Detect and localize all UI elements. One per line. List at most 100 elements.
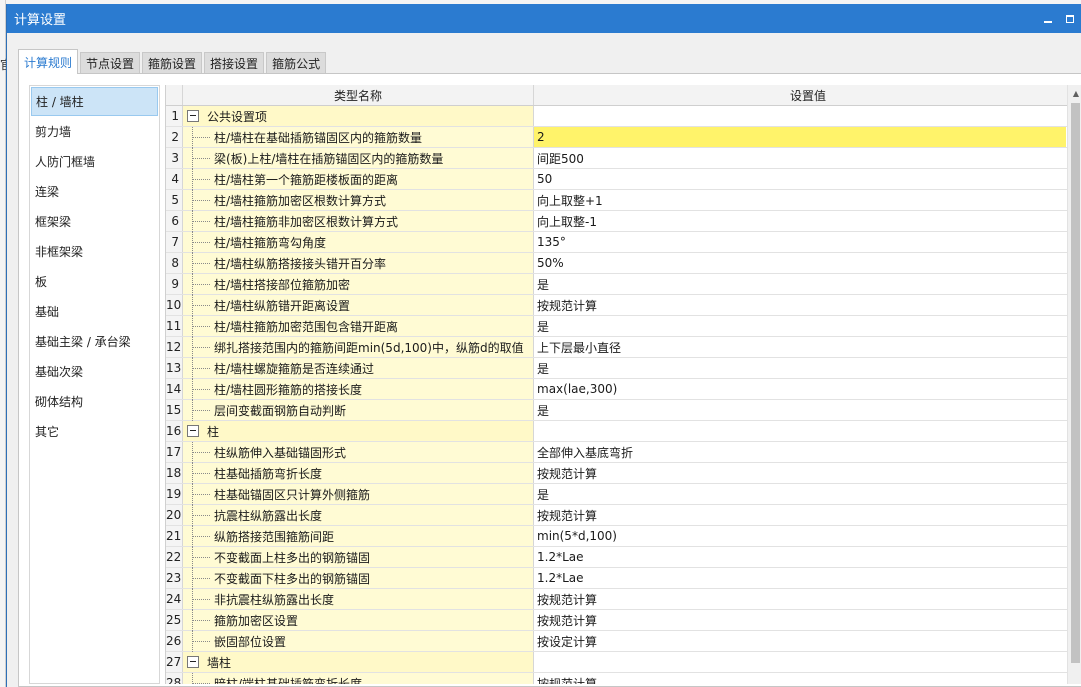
table-row[interactable]: 28 暗柱/端柱基础插筋弯折长度 按规范计算 bbox=[166, 673, 1081, 684]
sidebar-item[interactable]: 基础次梁 bbox=[30, 356, 159, 386]
table-row[interactable]: 15 层间变截面钢筋自动判断是 bbox=[166, 400, 1081, 421]
sidebar-item[interactable]: 其它 bbox=[30, 416, 159, 446]
group-row[interactable]: 16 柱 bbox=[166, 421, 1081, 442]
table-row[interactable]: 10 柱/墙柱纵筋错开距离设置 按规范计算 bbox=[166, 295, 1081, 316]
sidebar-item[interactable]: 剪力墙 bbox=[30, 116, 159, 146]
setting-name: 柱/墙柱螺旋箍筋是否连续通过 bbox=[214, 361, 375, 376]
sidebar-item[interactable]: 板 bbox=[30, 266, 159, 296]
vertical-scrollbar[interactable]: ▲ bbox=[1067, 85, 1081, 684]
title-bar[interactable]: 计算设置 bbox=[7, 4, 1081, 33]
collapse-icon[interactable] bbox=[187, 110, 199, 122]
sidebar-item[interactable]: 柱 / 墙柱 bbox=[31, 87, 158, 116]
sidebar-item[interactable]: 框架梁 bbox=[30, 206, 159, 236]
minimize-button[interactable] bbox=[1037, 4, 1059, 33]
table-row[interactable]: 4 柱/墙柱第一个箍筋距楼板面的距离 50 bbox=[166, 169, 1081, 190]
setting-value-cell[interactable]: 1.2*Lae bbox=[534, 547, 1066, 567]
setting-value-cell[interactable]: 135° bbox=[534, 232, 1066, 252]
sidebar-item[interactable]: 砌体结构 bbox=[30, 386, 159, 416]
setting-value-cell[interactable]: 向上取整-1 bbox=[534, 211, 1066, 231]
table-row[interactable]: 9 柱/墙柱搭接部位箍筋加密是 bbox=[166, 274, 1081, 295]
maximize-button[interactable] bbox=[1059, 4, 1081, 33]
table-row[interactable]: 20 抗震柱纵筋露出长度 按规范计算 bbox=[166, 505, 1081, 526]
row-number: 12 bbox=[166, 337, 183, 357]
setting-value-cell[interactable]: 按规范计算 bbox=[534, 505, 1066, 525]
tab-stirrup-formula[interactable]: 箍筋公式 bbox=[266, 52, 327, 74]
collapse-icon[interactable] bbox=[187, 656, 199, 668]
setting-value-cell[interactable]: 是 bbox=[534, 400, 1066, 420]
setting-value-cell[interactable]: 是 bbox=[534, 316, 1066, 336]
table-row[interactable]: 24 非抗震柱纵筋露出长度 按规范计算 bbox=[166, 589, 1081, 610]
tree-branch bbox=[192, 137, 210, 138]
row-number: 19 bbox=[166, 484, 183, 504]
setting-name-cell: 柱基础锚固区只计算外侧箍筋 bbox=[183, 484, 534, 505]
row-number: 28 bbox=[166, 673, 183, 684]
sidebar-item[interactable]: 非框架梁 bbox=[30, 236, 159, 266]
setting-value-cell[interactable]: 按规范计算 bbox=[534, 463, 1066, 483]
group-name-cell: 柱 bbox=[183, 421, 534, 441]
table-row[interactable]: 11 柱/墙柱箍筋加密范围包含错开距离 是 bbox=[166, 316, 1081, 337]
setting-value-cell[interactable]: 是 bbox=[534, 484, 1066, 504]
collapse-icon[interactable] bbox=[187, 425, 199, 437]
setting-value-cell[interactable]: 向上取整+1 bbox=[534, 190, 1066, 210]
setting-value-cell bbox=[534, 652, 1066, 672]
setting-value-cell[interactable]: 上下层最小直径 bbox=[534, 337, 1066, 357]
table-row[interactable]: 8 柱/墙柱纵筋搭接接头错开百分率 50% bbox=[166, 253, 1081, 274]
table-row[interactable]: 13 柱/墙柱螺旋箍筋是否连续通过 是 bbox=[166, 358, 1081, 379]
sidebar-item[interactable]: 人防门框墙 bbox=[30, 146, 159, 176]
scroll-thumb[interactable] bbox=[1071, 103, 1080, 663]
table-row[interactable]: 18 柱基础插筋弯折长度 按规范计算 bbox=[166, 463, 1081, 484]
table-row[interactable]: 3 梁(板)上柱/墙柱在插筋锚固区内的箍筋数量 间距500 bbox=[166, 148, 1081, 169]
table-row[interactable]: 6 柱/墙柱箍筋非加密区根数计算方式 向上取整-1 bbox=[166, 211, 1081, 232]
table-row[interactable]: 26 嵌固部位设置 按设定计算 bbox=[166, 631, 1081, 652]
setting-name-cell: 柱/墙柱螺旋箍筋是否连续通过 bbox=[183, 358, 534, 379]
setting-value-cell[interactable]: 按规范计算 bbox=[534, 610, 1066, 630]
table-row[interactable]: 21 纵筋搭接范围箍筋间距 min(5*d,100) bbox=[166, 526, 1081, 547]
setting-value-cell[interactable]: 2 bbox=[534, 127, 1066, 147]
setting-name: 柱/墙柱纵筋搭接接头错开百分率 bbox=[214, 256, 387, 271]
sidebar-item[interactable]: 基础 bbox=[30, 296, 159, 326]
setting-value-cell[interactable]: 间距500 bbox=[534, 148, 1066, 168]
setting-value-cell[interactable]: max(lae,300) bbox=[534, 379, 1066, 399]
table-row[interactable]: 22 不变截面上柱多出的钢筋锚固 1.2*Lae bbox=[166, 547, 1081, 568]
tab-lap-settings[interactable]: 搭接设置 bbox=[204, 52, 265, 74]
scroll-up-icon[interactable]: ▲ bbox=[1068, 85, 1081, 101]
setting-value-cell[interactable]: 50% bbox=[534, 253, 1066, 273]
sidebar-item[interactable]: 基础主梁 / 承台梁 bbox=[30, 326, 159, 356]
tree-branch bbox=[192, 347, 210, 348]
table-row[interactable]: 23 不变截面下柱多出的钢筋锚固 1.2*Lae bbox=[166, 568, 1081, 589]
table-row[interactable]: 5 柱/墙柱箍筋加密区根数计算方式 向上取整+1 bbox=[166, 190, 1081, 211]
setting-value-cell[interactable]: 按规范计算 bbox=[534, 673, 1066, 685]
group-row[interactable]: 1 公共设置项 bbox=[166, 106, 1081, 127]
setting-value-cell[interactable]: 按规范计算 bbox=[534, 295, 1066, 315]
tree-branch bbox=[192, 200, 210, 201]
table-row[interactable]: 25 箍筋加密区设置 按规范计算 bbox=[166, 610, 1081, 631]
group-row[interactable]: 27 墙柱 bbox=[166, 652, 1081, 673]
row-number: 3 bbox=[166, 148, 183, 168]
table-row[interactable]: 17 柱纵筋伸入基础锚固形式 全部伸入基底弯折 bbox=[166, 442, 1081, 463]
sidebar-item[interactable]: 连梁 bbox=[30, 176, 159, 206]
setting-value-cell[interactable]: 按设定计算 bbox=[534, 631, 1066, 651]
column-header-setting-value[interactable]: 设置值 bbox=[534, 85, 1081, 105]
setting-value-cell[interactable]: 是 bbox=[534, 358, 1066, 378]
row-number: 16 bbox=[166, 421, 183, 441]
column-header-type-name[interactable]: 类型名称 bbox=[183, 85, 534, 105]
setting-value-cell[interactable]: 全部伸入基底弯折 bbox=[534, 442, 1066, 462]
setting-value-cell[interactable]: 1.2*Lae bbox=[534, 568, 1066, 588]
group-label: 柱 bbox=[207, 424, 220, 439]
row-number: 18 bbox=[166, 463, 183, 483]
table-row[interactable]: 2 柱/墙柱在基础插筋锚固区内的箍筋数量 2 bbox=[166, 127, 1081, 148]
setting-value-cell[interactable]: min(5*d,100) bbox=[534, 526, 1066, 546]
table-row[interactable]: 12 绑扎搭接范围内的箍筋间距min(5d,100)中，纵筋d的取值 上下层最小直径 bbox=[166, 337, 1081, 358]
table-row[interactable]: 14 柱/墙柱圆形箍筋的搭接长度 max(lae,300) bbox=[166, 379, 1081, 400]
tab-calc-rules[interactable]: 计算规则 bbox=[18, 49, 79, 74]
tab-node-settings[interactable]: 节点设置 bbox=[80, 52, 141, 74]
maximize-icon bbox=[1066, 14, 1074, 23]
tree-branch bbox=[192, 557, 210, 558]
settings-grid: 类型名称 设置值 1 公共设置项 2 柱/墙柱在基础插筋锚固区内的箍筋数量 2 3 梁(板)… bbox=[165, 85, 1081, 684]
table-row[interactable]: 7 柱/墙柱箍筋弯勾角度 135° bbox=[166, 232, 1081, 253]
table-row[interactable]: 19 柱基础锚固区只计算外侧箍筋 是 bbox=[166, 484, 1081, 505]
setting-value-cell[interactable]: 是 bbox=[534, 274, 1066, 294]
setting-value-cell[interactable]: 50 bbox=[534, 169, 1066, 189]
setting-value-cell[interactable]: 按规范计算 bbox=[534, 589, 1066, 609]
tab-stirrup-settings[interactable]: 箍筋设置 bbox=[142, 52, 203, 74]
